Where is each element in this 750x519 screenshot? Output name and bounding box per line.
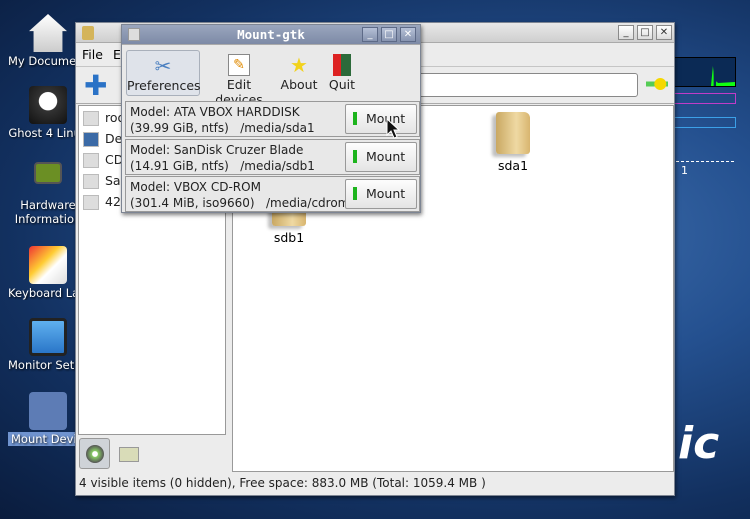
status-indicator-icon bbox=[353, 187, 357, 200]
home-icon bbox=[83, 111, 99, 126]
devices-tab-button[interactable] bbox=[79, 438, 110, 469]
address-input[interactable] bbox=[396, 73, 638, 97]
title-bar: Mount-gtk _ □ ✕ bbox=[122, 25, 420, 45]
add-icon[interactable]: ✚ bbox=[84, 72, 107, 100]
status-indicator-icon bbox=[353, 150, 357, 163]
maximize-button[interactable]: □ bbox=[381, 27, 397, 42]
desktop-icon bbox=[83, 132, 99, 147]
star-icon: ★ bbox=[290, 53, 308, 77]
device-row: Model: VBOX CD-ROM (301.4 MiB, iso9660) /… bbox=[125, 176, 420, 212]
wallpaper-logo: ic bbox=[678, 418, 720, 469]
close-button[interactable]: ✕ bbox=[656, 25, 672, 40]
preferences-icon: ✂ bbox=[154, 54, 172, 78]
mount-gtk-window: Mount-gtk _ □ ✕ ✂ Preferences ✎ Edit devic… bbox=[121, 24, 421, 213]
file-item-sda1[interactable]: sda1 bbox=[483, 112, 543, 173]
swap-bar bbox=[670, 117, 736, 128]
cdrom-icon bbox=[83, 153, 99, 168]
monitor-icon bbox=[29, 318, 67, 356]
widget-number: 1 bbox=[681, 164, 688, 177]
mount-button[interactable]: Mount bbox=[345, 104, 417, 134]
preferences-button[interactable]: ✂ Preferences bbox=[126, 50, 201, 96]
drive-icon bbox=[29, 392, 67, 430]
menu-file[interactable]: File bbox=[82, 47, 103, 62]
mount-button[interactable]: Mount bbox=[345, 179, 417, 209]
status-indicator-icon bbox=[353, 112, 357, 125]
mouse-cursor-icon bbox=[386, 118, 400, 139]
keyboard-icon bbox=[29, 246, 67, 284]
minimize-button[interactable]: _ bbox=[362, 27, 378, 42]
cpu-graph bbox=[670, 57, 736, 87]
about-button[interactable]: ★ About bbox=[280, 50, 318, 96]
home-icon bbox=[29, 14, 67, 52]
maximize-button[interactable]: □ bbox=[637, 25, 653, 40]
quit-button[interactable]: Quit bbox=[327, 50, 357, 96]
ghost-icon bbox=[29, 86, 67, 124]
quit-icon bbox=[333, 54, 351, 76]
status-bar: 4 visible items (0 hidden), Free space: … bbox=[79, 476, 486, 490]
usb-drive-icon bbox=[83, 174, 99, 189]
edit-icon: ✎ bbox=[228, 54, 250, 76]
minimize-button[interactable]: _ bbox=[618, 25, 634, 40]
memory-bar bbox=[670, 93, 736, 104]
folder-tab-icon[interactable] bbox=[119, 447, 139, 462]
menu-edit[interactable]: E bbox=[113, 47, 121, 62]
edit-devices-button[interactable]: ✎ Edit devices bbox=[205, 50, 273, 107]
drive-icon bbox=[83, 195, 99, 210]
go-icon[interactable] bbox=[646, 76, 668, 92]
drive-icon bbox=[86, 445, 104, 463]
mount-button[interactable]: Mount bbox=[345, 142, 417, 172]
close-button[interactable]: ✕ bbox=[400, 27, 416, 42]
hardware-icon bbox=[34, 162, 62, 184]
app-icon bbox=[82, 26, 94, 40]
device-row: Model: ATA VBOX HARDDISK (39.99 GiB, ntfs… bbox=[125, 101, 420, 137]
folder-icon bbox=[496, 112, 530, 154]
divider bbox=[676, 161, 734, 162]
device-row: Model: SanDisk Cruzer Blade (14.91 GiB, n… bbox=[125, 139, 420, 175]
